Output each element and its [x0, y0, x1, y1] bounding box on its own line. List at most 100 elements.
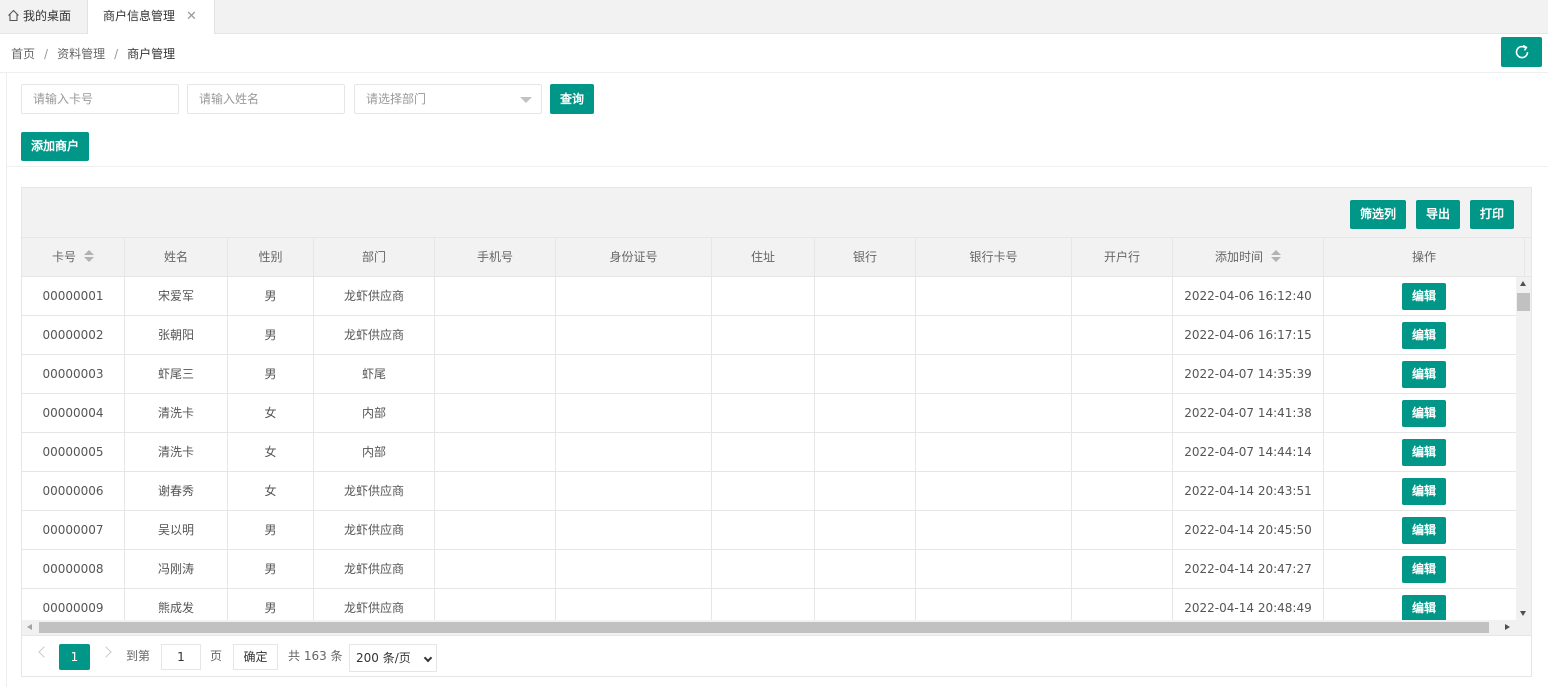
chevron-down-icon — [423, 653, 433, 663]
cell-name: 谢春秀 — [125, 472, 228, 510]
scroll-right-icon[interactable] — [1505, 624, 1510, 630]
cell-bank — [815, 472, 916, 510]
page-unit-label: 页 — [210, 649, 223, 663]
cell-name: 吴以明 — [125, 511, 228, 549]
edit-button[interactable]: 编辑 — [1402, 478, 1446, 505]
cell-opening-bank — [1072, 394, 1173, 432]
edit-button[interactable]: 编辑 — [1402, 361, 1446, 388]
cell-address — [712, 277, 815, 315]
edit-button[interactable]: 编辑 — [1402, 595, 1446, 620]
confirm-page-button[interactable]: 确定 — [233, 644, 278, 670]
refresh-button[interactable] — [1501, 37, 1542, 67]
cell-created-time: 2022-04-07 14:41:38 — [1173, 394, 1324, 432]
cell-bank-card — [916, 277, 1072, 315]
cell-bank-card — [916, 550, 1072, 588]
cell-address — [712, 511, 815, 549]
breadcrumb-data-management[interactable]: 资料管理 — [57, 47, 105, 61]
sort-icon[interactable] — [1271, 250, 1281, 262]
cell-bank — [815, 589, 916, 620]
card-number-input[interactable] — [21, 84, 179, 114]
table-row: 00000008 冯刚涛男龙虾供应商 2022-04-14 20:47:27 编辑 — [22, 550, 1516, 589]
goto-page-input[interactable]: 1 — [161, 644, 201, 670]
vertical-scrollbar[interactable] — [1516, 277, 1531, 620]
name-input[interactable] — [187, 84, 345, 114]
page-size-select[interactable]: 200 条/页 — [349, 644, 437, 672]
cell-address — [712, 433, 815, 471]
cell-gender: 男 — [228, 277, 314, 315]
cell-phone — [435, 589, 556, 620]
edit-button[interactable]: 编辑 — [1402, 400, 1446, 427]
prev-page-icon[interactable] — [38, 646, 50, 658]
cell-department: 内部 — [314, 394, 435, 432]
cell-bank — [815, 511, 916, 549]
department-select[interactable]: 请选择部门 — [354, 84, 542, 114]
export-button[interactable]: 导出 — [1416, 200, 1460, 229]
tab-home[interactable]: 我的桌面 — [0, 0, 88, 34]
table-row: 00000007 吴以明男龙虾供应商 2022-04-14 20:45:50 编辑 — [22, 511, 1516, 550]
column-header-created-time[interactable]: 添加时间 — [1173, 238, 1324, 276]
edit-button[interactable]: 编辑 — [1402, 556, 1446, 583]
cell-gender: 男 — [228, 550, 314, 588]
breadcrumb-bar: 首页 / 资料管理 / 商户管理 — [0, 34, 1548, 73]
cell-opening-bank — [1072, 277, 1173, 315]
column-header-label: 性别 — [258, 250, 283, 264]
scroll-left-icon[interactable] — [27, 624, 32, 630]
cell-department: 龙虾供应商 — [314, 511, 435, 549]
cell-bank-card — [916, 511, 1072, 549]
cell-created-time: 2022-04-14 20:45:50 — [1173, 511, 1324, 549]
cell-department: 龙虾供应商 — [314, 472, 435, 510]
query-button[interactable]: 查询 — [550, 84, 594, 114]
cell-opening-bank — [1072, 472, 1173, 510]
column-header-label: 银行 — [852, 250, 877, 264]
cell-gender: 男 — [228, 316, 314, 354]
breadcrumb-home[interactable]: 首页 — [11, 47, 35, 61]
add-merchant-button[interactable]: 添加商户 — [21, 132, 89, 161]
scroll-up-icon[interactable] — [1520, 281, 1526, 286]
cell-phone — [435, 550, 556, 588]
table-row: 00000003 虾尾三男虾尾 2022-04-07 14:35:39 编辑 — [22, 355, 1516, 394]
horizontal-scrollbar[interactable] — [22, 620, 1531, 635]
column-header-gender: 性别 — [228, 238, 314, 276]
cell-name: 张朝阳 — [125, 316, 228, 354]
cell-id-number — [556, 589, 712, 620]
cell-created-time: 2022-04-06 16:12:40 — [1173, 277, 1324, 315]
sort-icon[interactable] — [84, 250, 94, 262]
cell-phone — [435, 511, 556, 549]
edit-button[interactable]: 编辑 — [1402, 517, 1446, 544]
column-header-address: 住址 — [712, 238, 815, 276]
edit-button[interactable]: 编辑 — [1402, 322, 1446, 349]
edit-button[interactable]: 编辑 — [1402, 439, 1446, 466]
scroll-thumb[interactable] — [1517, 293, 1530, 311]
cell-id-number — [556, 550, 712, 588]
scroll-thumb[interactable] — [39, 622, 1489, 633]
column-header-label: 操作 — [1411, 250, 1436, 264]
cell-id-number — [556, 277, 712, 315]
column-header-card-number[interactable]: 卡号 — [22, 238, 125, 276]
cell-phone — [435, 394, 556, 432]
column-header-label: 添加时间 — [1214, 250, 1263, 264]
tab-merchant-info[interactable]: 商户信息管理 ✕ — [88, 0, 215, 35]
scroll-down-icon[interactable] — [1520, 611, 1526, 616]
column-header-label: 手机号 — [476, 250, 513, 264]
close-icon[interactable]: ✕ — [186, 0, 197, 33]
cell-card-number: 00000004 — [22, 394, 125, 432]
table-toolbar: 筛选列 导出 打印 — [22, 188, 1531, 238]
cell-card-number: 00000009 — [22, 589, 125, 620]
cell-id-number — [556, 472, 712, 510]
table-header: 卡号 姓名 性别 部门 手机号 身份证号 住址 银行 银行卡号 开户行 添加时间 操作 — [22, 238, 1531, 277]
cell-name: 冯刚涛 — [125, 550, 228, 588]
column-header-label: 姓名 — [163, 250, 188, 264]
print-button[interactable]: 打印 — [1470, 200, 1514, 229]
table-row: 00000002 张朝阳男龙虾供应商 2022-04-06 16:17:15 编辑 — [22, 316, 1516, 355]
cell-opening-bank — [1072, 589, 1173, 620]
cell-id-number — [556, 394, 712, 432]
column-header-label: 身份证号 — [609, 250, 658, 264]
cell-address — [712, 355, 815, 393]
cell-phone — [435, 433, 556, 471]
next-page-icon[interactable] — [100, 646, 112, 658]
filter-columns-button[interactable]: 筛选列 — [1350, 200, 1406, 229]
column-header-bank-card: 银行卡号 — [916, 238, 1072, 276]
pagination: 1 到第 1 页 确定 共 163 条 200 条/页 — [22, 635, 1531, 676]
edit-button[interactable]: 编辑 — [1402, 283, 1446, 310]
page-current[interactable]: 1 — [59, 644, 90, 670]
